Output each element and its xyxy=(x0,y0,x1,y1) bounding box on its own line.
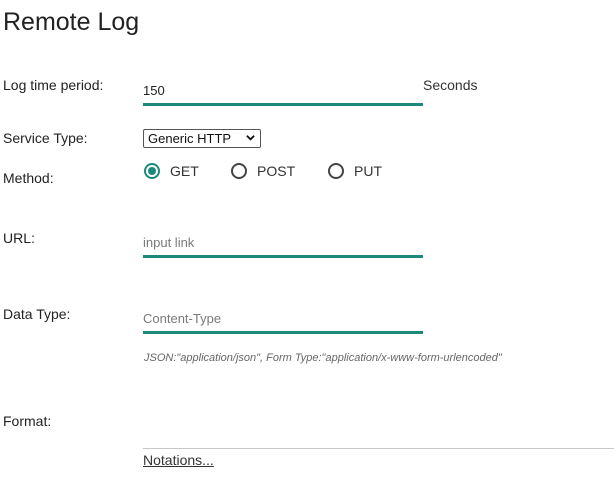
method-option-label: PUT xyxy=(354,163,382,179)
service-type-value: Generic HTTP xyxy=(148,131,232,146)
format-label: Format: xyxy=(3,413,52,429)
log-time-period-input[interactable] xyxy=(143,77,423,106)
url-label: URL: xyxy=(3,230,35,246)
data-type-input[interactable] xyxy=(143,305,423,334)
method-option-label: POST xyxy=(257,163,296,179)
radio-unchecked-icon xyxy=(328,163,344,179)
chevron-down-icon xyxy=(246,135,255,141)
method-radio-get[interactable]: GET xyxy=(144,163,199,179)
seconds-unit-label: Seconds xyxy=(423,77,478,93)
format-divider xyxy=(143,448,614,449)
service-type-label: Service Type: xyxy=(3,130,88,146)
radio-checked-icon xyxy=(144,163,160,179)
data-type-label: Data Type: xyxy=(3,306,71,322)
method-option-label: GET xyxy=(170,163,199,179)
service-type-select[interactable]: Generic HTTP xyxy=(143,129,261,148)
method-label: Method: xyxy=(3,170,54,186)
log-time-period-label: Log time period: xyxy=(3,77,104,93)
method-radio-put[interactable]: PUT xyxy=(328,163,382,179)
url-input[interactable] xyxy=(143,229,423,258)
method-radio-post[interactable]: POST xyxy=(231,163,295,179)
radio-unchecked-icon xyxy=(231,163,247,179)
notations-link[interactable]: Notations... xyxy=(143,452,214,468)
page-title: Remote Log xyxy=(3,8,140,36)
data-type-hint: JSON:"application/json", Form Type:"appl… xyxy=(144,352,502,364)
